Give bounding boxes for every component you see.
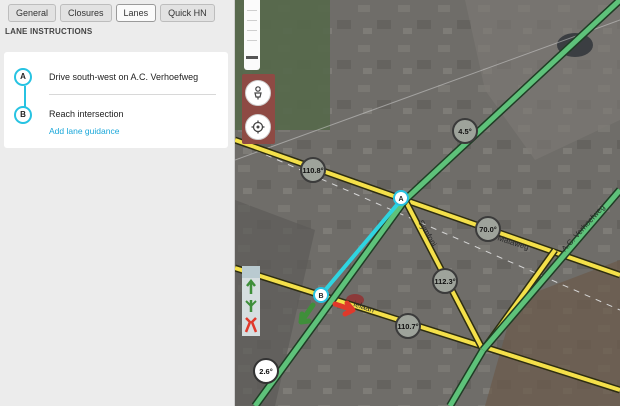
tab-quick-hn[interactable]: Quick HN — [160, 4, 215, 22]
map-canvas[interactable]: Symfoni Mataweg A.C. Verhoefweg ielaan A… — [235, 0, 620, 406]
zoom-slider[interactable] — [244, 0, 260, 70]
zoom-slider-handle[interactable] — [246, 56, 258, 59]
map-view[interactable]: Symfoni Mataweg A.C. Verhoefweg ielaan A… — [235, 0, 620, 406]
split-arrow-icon[interactable] — [245, 300, 257, 312]
street-view-icon — [254, 86, 262, 100]
tab-bar: General Closures Lanes Quick HN — [8, 4, 215, 22]
lane-instructions-card: A B Drive south-west on A.C. Verhoefweg … — [4, 52, 228, 148]
lane-legend — [242, 266, 260, 336]
tab-closures[interactable]: Closures — [60, 4, 112, 22]
locate-icon — [251, 120, 265, 134]
blocked-turn-icon[interactable] — [244, 317, 258, 333]
angle-badge: 70.0° — [475, 216, 501, 242]
legend-header — [242, 266, 260, 278]
step-instruction-a: Drive south-west on A.C. Verhoefweg — [49, 72, 199, 82]
section-title: LANE INSTRUCTIONS — [5, 27, 93, 36]
straight-arrow-icon[interactable] — [246, 278, 256, 294]
angle-badge: 4.5° — [452, 118, 478, 144]
angle-badge: 2.6° — [253, 358, 279, 384]
tab-general[interactable]: General — [8, 4, 57, 22]
add-lane-guidance-link[interactable]: Add lane guidance — [49, 126, 119, 136]
angle-badge: 112.3° — [432, 268, 458, 294]
side-panel: General Closures Lanes Quick HN LANE INS… — [0, 0, 235, 406]
step-marker-b: B — [14, 106, 32, 124]
angle-badge: 110.8° — [300, 157, 326, 183]
node-marker-a-label: A — [398, 196, 403, 203]
locate-button[interactable] — [245, 114, 271, 140]
step-connector — [24, 86, 26, 108]
street-view-button[interactable] — [245, 80, 271, 106]
angle-badge: 110.7° — [395, 313, 421, 339]
step-divider — [49, 94, 216, 95]
step-instruction-b: Reach intersection — [49, 109, 124, 119]
tab-lanes[interactable]: Lanes — [115, 4, 157, 22]
step-marker-a: A — [14, 68, 32, 86]
node-marker-b-label: B — [318, 293, 323, 300]
